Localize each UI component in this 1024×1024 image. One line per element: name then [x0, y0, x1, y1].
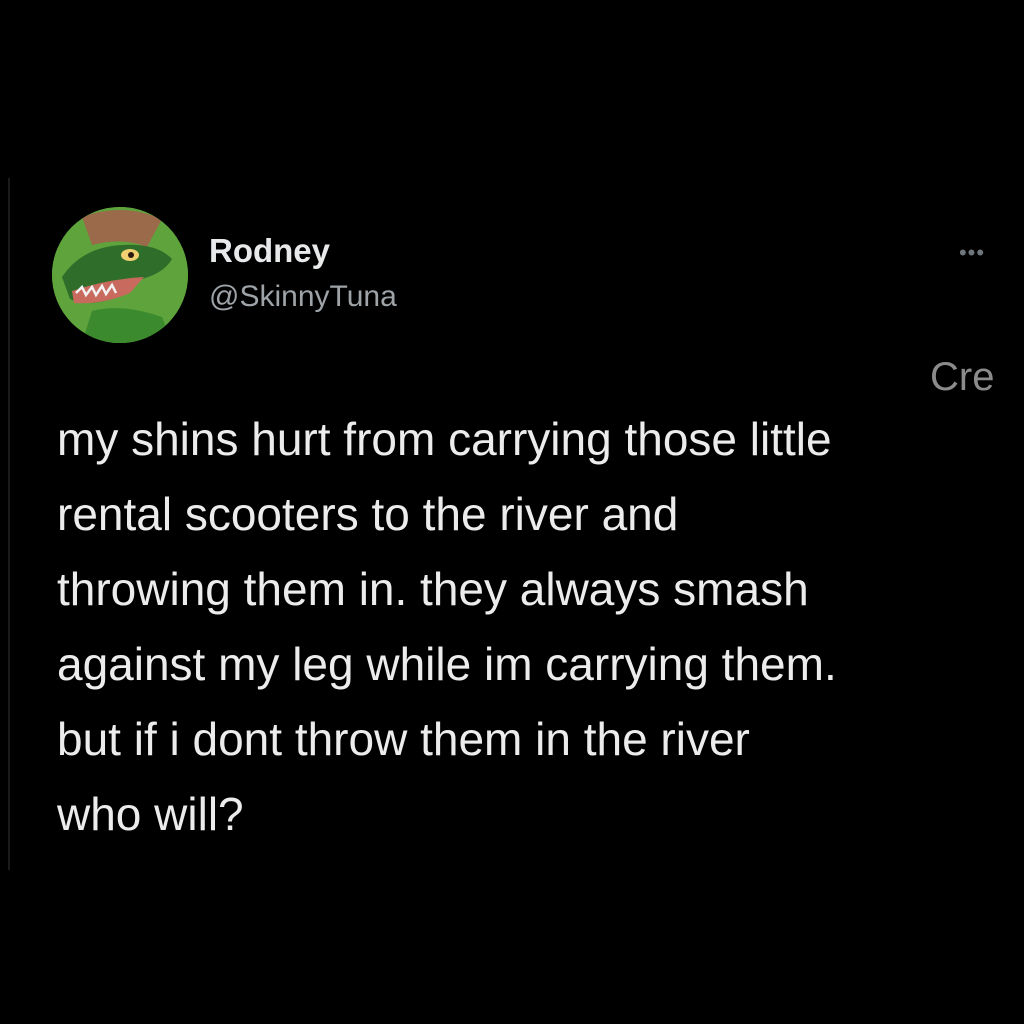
lizard-avatar-icon — [52, 207, 188, 343]
tweet-text-line: but if i dont throw them in the river — [57, 713, 750, 765]
more-options-icon[interactable]: ••• — [950, 240, 994, 268]
left-edge-divider — [8, 178, 10, 870]
cropped-watermark-text: Cre — [930, 355, 995, 399]
tweet-text-line: my shins hurt from carrying those little — [57, 413, 832, 465]
tweet-screenshot: Rodney @SkinnyTuna ••• Cre my shins hurt… — [0, 0, 1024, 1024]
tweet-text: my shins hurt from carrying those little… — [57, 402, 1012, 852]
tweet-text-line: rental scooters to the river and — [57, 488, 679, 540]
tweet-text-line: who will? — [57, 788, 244, 840]
tweet-text-line: throwing them in. they always smash — [57, 563, 809, 615]
user-avatar[interactable] — [52, 207, 188, 343]
user-handle[interactable]: @SkinnyTuna — [209, 280, 397, 314]
display-name[interactable]: Rodney — [209, 232, 330, 270]
tweet-text-line: against my leg while im carrying them. — [57, 638, 837, 690]
